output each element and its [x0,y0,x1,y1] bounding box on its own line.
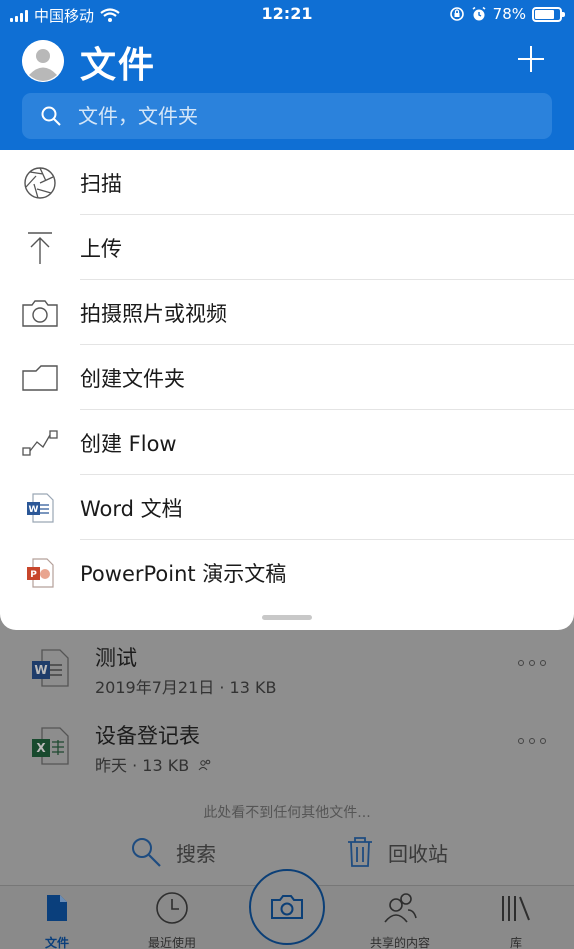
svg-text:W: W [34,663,47,677]
recycle-bin-action[interactable]: 回收站 [346,832,448,872]
shared-icon [198,759,211,771]
tab-label: 文件 [44,936,69,949]
plus-icon [518,46,544,72]
tab-label: 最近使用 [147,936,196,949]
menu-item-powerpoint[interactable]: P PowerPoint 演示文稿 [0,540,574,605]
menu-item-capture[interactable]: 拍摄照片或视频 [0,280,574,345]
battery-percent: 78% [492,5,526,23]
menu-item-label: Word 文档 [80,496,183,521]
tab-shared[interactable]: 共享的内容 [350,890,450,949]
tab-files[interactable]: 文件 [7,890,107,949]
svg-text:P: P [30,570,37,580]
menu-item-label: 扫描 [80,171,122,196]
camera-icon [271,895,303,919]
menu-item-label: 创建 Flow [80,431,177,456]
camera-button[interactable] [249,869,325,945]
menu-item-upload[interactable]: 上传 [0,215,574,280]
menu-item-create-flow[interactable]: 创建 Flow [0,410,574,475]
tab-label: 库 [509,936,522,949]
menu-item-scan[interactable]: 扫描 [0,150,574,215]
menu-item-label: 创建文件夹 [80,366,185,391]
aperture-icon [24,166,56,199]
menu-item-label: 拍摄照片或视频 [80,301,227,326]
tab-label: 共享的内容 [369,936,430,949]
upload-icon [28,231,52,264]
excel-icon: X [32,727,69,765]
file-name: 设备登记表 [95,724,200,748]
file-icon [47,895,67,921]
folder-icon [22,364,58,391]
search-icon [41,106,61,126]
person-icon [22,40,64,82]
add-menu-sheet: 扫描 上传 拍摄照片或视频 创建文件夹 创建 Flow W Word 文档 P … [0,150,574,630]
status-bar: 中国移动 12:21 78% [0,0,574,30]
library-icon [502,896,530,921]
flow-icon [22,429,58,456]
people-icon [384,893,417,923]
file-name: 测试 [95,646,137,670]
add-button[interactable] [516,44,546,74]
search-input[interactable] [78,104,498,128]
more-options-button[interactable] [518,736,546,746]
more-options-button[interactable] [518,658,546,668]
rotation-lock-icon [449,7,464,21]
battery-icon [532,6,565,22]
menu-item-label: PowerPoint 演示文稿 [80,561,287,586]
search-bar[interactable] [22,93,552,139]
svg-text:W: W [29,505,39,515]
list-item[interactable]: X 设备登记表 昨天 · 13 KB [0,716,574,792]
svg-text:X: X [36,741,46,755]
trash-icon [348,837,372,867]
tab-library[interactable]: 库 [466,890,566,949]
empty-hint: 此处看不到任何其他文件... [203,805,371,821]
file-meta: 2019年7月21日 · 13 KB [95,678,277,697]
avatar[interactable] [22,40,64,82]
search-icon [132,838,161,867]
file-meta-text: 昨天 · 13 KB [95,756,190,775]
tab-recent[interactable]: 最近使用 [122,890,222,949]
alarm-icon [472,6,486,21]
menu-item-word-doc[interactable]: W Word 文档 [0,475,574,540]
powerpoint-icon: P [27,557,54,588]
app-header: 中国移动 12:21 78% 文件 [0,0,574,150]
sheet-drag-handle[interactable] [262,615,312,620]
page-title: 文件 [80,45,157,86]
search-action[interactable]: 搜索 [130,832,216,872]
word-icon: W [32,649,69,687]
list-item[interactable]: W 测试 2019年7月21日 · 13 KB [0,638,574,714]
word-icon: W [27,492,54,523]
search-action-label: 搜索 [176,841,216,866]
camera-icon [22,299,58,327]
menu-item-new-folder[interactable]: 创建文件夹 [0,345,574,410]
recycle-bin-label: 回收站 [388,841,448,866]
clock-icon [156,892,188,924]
menu-item-label: 上传 [80,236,122,261]
file-meta: 昨天 · 13 KB [95,752,212,776]
